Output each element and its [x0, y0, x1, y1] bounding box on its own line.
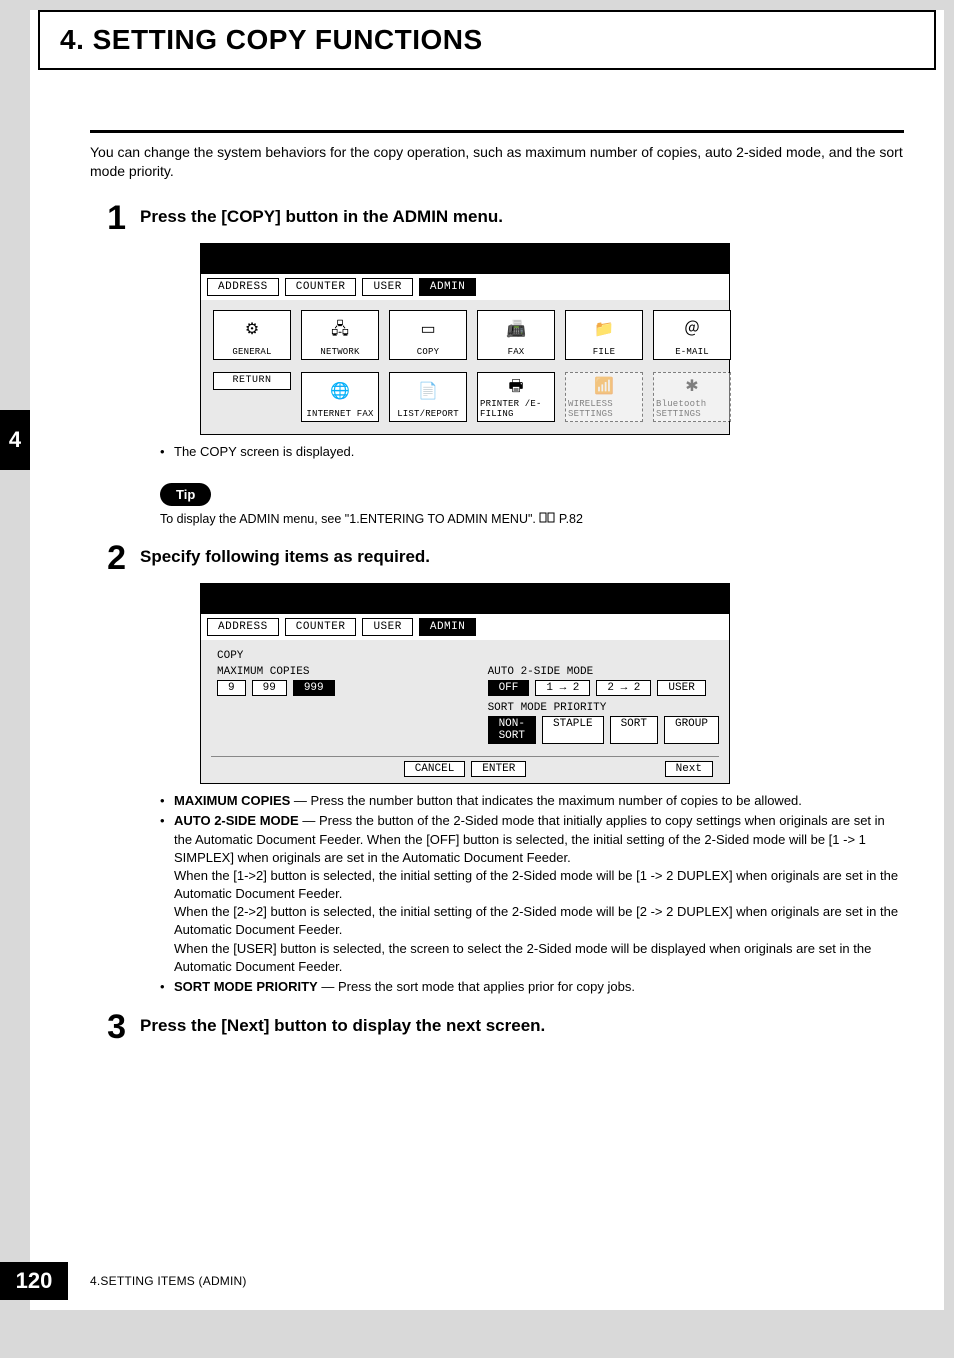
tab-user[interactable]: USER — [362, 278, 412, 296]
divider — [90, 130, 904, 133]
file-icon: 📁 — [594, 313, 614, 347]
auto-2side-label: AUTO 2-SIDE MODE — [488, 666, 719, 678]
fax-icon: 📠 — [506, 313, 526, 347]
chapter-header: 4. SETTING COPY FUNCTIONS — [38, 10, 936, 70]
chapter-title: 4. SETTING COPY FUNCTIONS — [60, 24, 914, 56]
admin-menu-screenshot: ADDRESS COUNTER USER ADMIN ⚙GENERAL 🖧NET… — [200, 243, 730, 435]
step-number: 2 — [100, 541, 126, 575]
admin-menu-printer-efiling[interactable]: 🖶PRINTER /E-FILING — [477, 372, 555, 422]
desc-auto-2side: AUTO 2-SIDE MODE — Press the button of t… — [160, 812, 904, 976]
step-title: Press the [Next] button to display the n… — [140, 1010, 545, 1036]
email-icon: ＠ — [684, 313, 700, 347]
return-button[interactable]: RETURN — [213, 372, 291, 390]
next-button[interactable]: Next — [665, 761, 713, 777]
tab-address[interactable]: ADDRESS — [207, 278, 279, 296]
internet-fax-icon: 🌐 — [330, 375, 350, 409]
step-2: 2 Specify following items as required. — [100, 541, 904, 575]
sort-sort[interactable]: SORT — [610, 716, 658, 744]
auto-2side-user[interactable]: USER — [657, 680, 705, 696]
sort-group[interactable]: GROUP — [664, 716, 719, 744]
enter-button[interactable]: ENTER — [471, 761, 526, 777]
max-copies-999[interactable]: 999 — [293, 680, 335, 696]
tab-admin[interactable]: ADMIN — [419, 278, 477, 296]
admin-menu-copy[interactable]: ▭COPY — [389, 310, 467, 360]
step-title: Press the [COPY] button in the ADMIN men… — [140, 201, 503, 227]
printer-icon: 🖶 — [508, 375, 523, 399]
intro-paragraph: You can change the system behaviors for … — [90, 143, 904, 181]
desc-max-copies: MAXIMUM COPIES — Press the number button… — [160, 792, 904, 810]
network-icon: 🖧 — [331, 313, 349, 347]
step-title: Specify following items as required. — [140, 541, 430, 567]
step-3: 3 Press the [Next] button to display the… — [100, 1010, 904, 1044]
step-1: 1 Press the [COPY] button in the ADMIN m… — [100, 201, 904, 235]
step-number: 3 — [100, 1010, 126, 1044]
general-icon: ⚙ — [245, 313, 259, 347]
bluetooth-icon: ✱ — [685, 375, 698, 399]
admin-menu-network[interactable]: 🖧NETWORK — [301, 310, 379, 360]
tip-text: To display the ADMIN menu, see "1.ENTERI… — [160, 512, 904, 527]
book-icon — [539, 512, 555, 527]
side-chapter-tab: 4 — [0, 410, 30, 470]
page-reference: P.82 — [559, 512, 583, 526]
admin-menu-general[interactable]: ⚙GENERAL — [213, 310, 291, 360]
admin-menu-list-report[interactable]: 📄LIST/REPORT — [389, 372, 467, 422]
max-copies-9[interactable]: 9 — [217, 680, 246, 696]
admin-menu-fax[interactable]: 📠FAX — [477, 310, 555, 360]
tab-counter[interactable]: COUNTER — [285, 618, 357, 636]
admin-menu-email[interactable]: ＠E-MAIL — [653, 310, 731, 360]
tab-counter[interactable]: COUNTER — [285, 278, 357, 296]
auto-2side-off[interactable]: OFF — [488, 680, 530, 696]
tab-admin[interactable]: ADMIN — [419, 618, 477, 636]
wireless-icon: 📶 — [594, 375, 614, 399]
copy-icon: ▭ — [420, 313, 435, 347]
admin-menu-internet-fax[interactable]: 🌐INTERNET FAX — [301, 372, 379, 422]
max-copies-99[interactable]: 99 — [252, 680, 287, 696]
max-copies-label: MAXIMUM COPIES — [217, 666, 448, 678]
tip-badge: Tip — [160, 483, 211, 506]
tab-address[interactable]: ADDRESS — [207, 618, 279, 636]
screenshot-topbar — [201, 244, 729, 274]
step-number: 1 — [100, 201, 126, 235]
screenshot-topbar — [201, 584, 729, 614]
copy-settings-screenshot: ADDRESS COUNTER USER ADMIN COPY MAXIMUM … — [200, 583, 730, 784]
auto-2side-1to2[interactable]: 1 → 2 — [535, 680, 590, 696]
step1-note: The COPY screen is displayed. — [160, 443, 904, 461]
sort-mode-label: SORT MODE PRIORITY — [488, 702, 719, 714]
page-footer: 120 4.SETTING ITEMS (ADMIN) — [0, 1262, 944, 1300]
sort-staple[interactable]: STAPLE — [542, 716, 604, 744]
cancel-button[interactable]: CANCEL — [404, 761, 466, 777]
admin-menu-wireless: 📶WIRELESS SETTINGS — [565, 372, 643, 422]
auto-2side-2to2[interactable]: 2 → 2 — [596, 680, 651, 696]
sort-nonsort[interactable]: NON-SORT — [488, 716, 536, 744]
admin-menu-bluetooth: ✱Bluetooth SETTINGS — [653, 372, 731, 422]
page-number: 120 — [0, 1262, 68, 1300]
admin-menu-file[interactable]: 📁FILE — [565, 310, 643, 360]
desc-sort-priority: SORT MODE PRIORITY — Press the sort mode… — [160, 978, 904, 996]
tab-user[interactable]: USER — [362, 618, 412, 636]
list-report-icon: 📄 — [418, 375, 438, 409]
copy-heading: COPY — [217, 650, 719, 662]
footer-text: 4.SETTING ITEMS (ADMIN) — [90, 1274, 247, 1288]
